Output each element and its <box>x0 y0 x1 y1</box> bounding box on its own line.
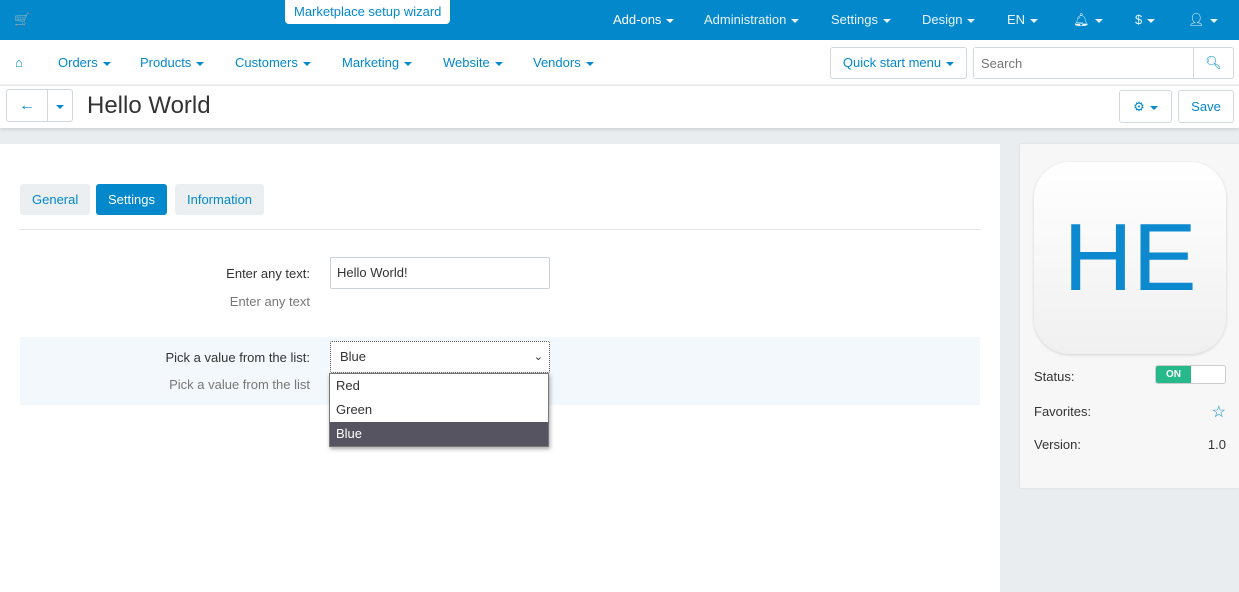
notifications-menu[interactable]: 🔔︎ <box>1073 0 1103 40</box>
chevron-down-icon: ⌄ <box>533 351 543 363</box>
menu-language[interactable]: EN <box>1007 0 1039 40</box>
nav-orders[interactable]: Orders <box>58 40 111 85</box>
nav-products[interactable]: Products <box>140 40 205 85</box>
tab-information[interactable]: Information <box>175 184 265 215</box>
text-field-label: Enter any text: <box>226 266 310 281</box>
quick-start-menu-button[interactable]: Quick start menu <box>830 47 967 79</box>
select-dropdown: Red Green Blue <box>329 373 549 447</box>
top-bar: 🛒 Marketplace setup wizard Add-ons Admin… <box>0 0 1239 40</box>
search-box: 🔍︎ <box>973 47 1234 79</box>
search-input[interactable] <box>974 48 1194 78</box>
favorites-row: Favorites: ☆ <box>1034 402 1226 422</box>
cart-icon[interactable]: 🛒 <box>14 12 30 28</box>
search-icon[interactable]: 🔍︎ <box>1193 48 1233 78</box>
marketplace-wizard-button[interactable]: Marketplace setup wizard <box>285 0 451 24</box>
version-label: Version: <box>1034 437 1081 452</box>
nav-marketing[interactable]: Marketing <box>342 40 413 85</box>
gear-icon: ⚙ <box>1133 99 1145 114</box>
addon-logo: HE <box>1034 162 1226 354</box>
tab-settings[interactable]: Settings <box>96 184 167 215</box>
list-field-hint: Pick a value from the list <box>169 377 310 392</box>
status-toggle[interactable]: ON <box>1155 365 1226 384</box>
back-button[interactable]: ← <box>6 89 48 122</box>
menu-currency[interactable]: $ <box>1135 0 1156 40</box>
arrow-left-icon: ← <box>19 97 35 114</box>
nav-vendors[interactable]: Vendors <box>533 40 594 85</box>
title-bar: ← Hello World ⚙ Save <box>0 86 1239 128</box>
divider <box>20 229 980 230</box>
main-content: General Settings Information Enter any t… <box>0 144 1000 592</box>
home-icon[interactable]: ⌂ <box>15 40 23 85</box>
version-row: Version: 1.0 <box>1034 437 1226 452</box>
page-title: Hello World <box>87 92 211 119</box>
status-label: Status: <box>1034 369 1075 384</box>
main-nav: ⌂ Orders Products Customers Marketing We… <box>0 40 1239 85</box>
user-menu[interactable]: 👤︎ <box>1188 0 1218 40</box>
nav-customers[interactable]: Customers <box>235 40 311 85</box>
save-button[interactable]: Save <box>1178 90 1234 123</box>
menu-settings[interactable]: Settings <box>831 0 891 40</box>
status-row: Status: ON <box>1034 365 1226 384</box>
addon-sidebar: HE Status: ON Favorites: ☆ Version: 1.0 <box>1020 144 1239 488</box>
toggle-on-label: ON <box>1156 366 1191 383</box>
back-dropdown-button[interactable] <box>47 89 73 122</box>
version-value: 1.0 <box>1207 437 1226 452</box>
bell-icon: 🔔︎ <box>1073 12 1090 27</box>
list-field-label: Pick a value from the list: <box>165 350 311 365</box>
option-blue[interactable]: Blue <box>330 422 548 446</box>
menu-design[interactable]: Design <box>922 0 976 40</box>
star-icon[interactable]: ☆ <box>1212 402 1226 422</box>
menu-addons[interactable]: Add-ons <box>613 0 675 40</box>
tab-general[interactable]: General <box>20 184 91 215</box>
text-field-hint: Enter any text <box>229 294 310 309</box>
menu-administration[interactable]: Administration <box>704 0 800 40</box>
settings-dropdown-button[interactable]: ⚙ <box>1119 90 1172 123</box>
text-input[interactable]: Hello World! <box>330 257 550 289</box>
favorites-label: Favorites: <box>1034 404 1092 419</box>
list-select[interactable]: Blue ⌄ <box>330 341 550 373</box>
user-icon: 👤︎ <box>1188 12 1205 27</box>
option-red[interactable]: Red <box>330 374 548 398</box>
option-green[interactable]: Green <box>330 398 548 422</box>
nav-website[interactable]: Website <box>443 40 503 85</box>
